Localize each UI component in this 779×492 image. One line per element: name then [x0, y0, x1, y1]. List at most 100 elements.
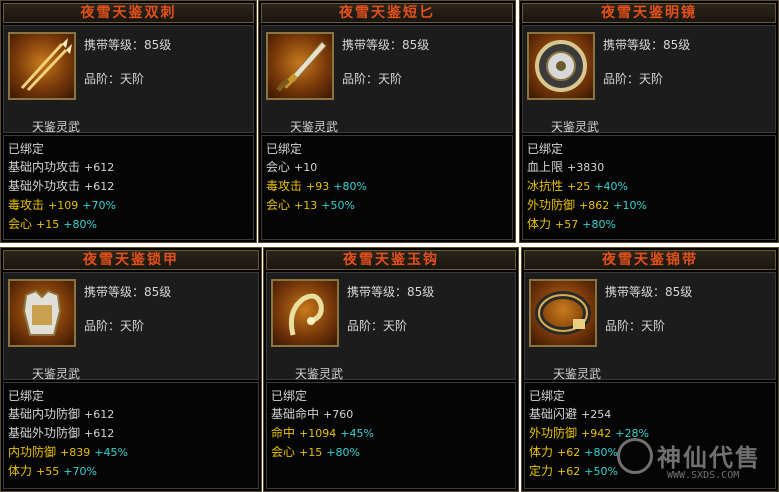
stat-base-value: +839	[60, 446, 91, 459]
item-stats-panel: 已绑定 基础内功防御 +612 基础外功防御 +612 内功防御 +839 +45% 体力 +55…	[3, 382, 259, 489]
stat-row: 基础外功防御 +612	[8, 424, 258, 443]
item-header: 携带等级：85级 品阶：天阶天鉴灵武	[3, 272, 259, 381]
item-header: 携带等级：85级 品阶：天阶天鉴灵武	[261, 25, 513, 134]
stat-name: 体力	[8, 464, 33, 478]
stat-name: 体力	[529, 445, 554, 459]
dual-spike-icon[interactable]	[8, 32, 76, 100]
stat-base-value: +62	[557, 465, 581, 478]
stat-percent-value: +45%	[94, 446, 128, 459]
stat-percent-value: +80%	[582, 218, 616, 231]
stat-base-value: +1094	[299, 427, 337, 440]
item-card: 夜雪天鉴双刺 携带等级：85级 品阶：天阶 天鉴灵武 已绑定 基础内功攻击 +612 基础外功…	[0, 0, 257, 243]
stat-base-value: +862	[579, 199, 610, 212]
grade-label: 品阶：天阶	[605, 319, 666, 333]
stat-base-value: +25	[567, 180, 591, 193]
stat-base-value: +62	[557, 446, 581, 459]
stat-name: 外功防御	[527, 198, 576, 212]
item-title: 夜雪天鉴锦带	[524, 250, 776, 270]
stat-name: 会心	[266, 198, 291, 212]
stat-percent-value: +50%	[321, 199, 355, 212]
set-name-label: 天鉴灵武	[553, 367, 602, 381]
stat-name: 毒攻击	[266, 179, 303, 193]
item-title: 夜雪天鉴玉钩	[266, 250, 516, 270]
item-card: 夜雪天鉴短匕 携带等级：85级 品阶：天阶 天鉴灵武 已绑定 会心 +10 毒攻击 +93 +80…	[258, 0, 516, 243]
stat-base-value: +55	[36, 465, 60, 478]
stat-name: 基础闪避	[529, 407, 578, 421]
stat-base-value: +57	[555, 218, 579, 231]
stat-name: 定力	[529, 464, 554, 478]
stat-name: 冰抗性	[527, 179, 564, 193]
stat-base-value: +254	[581, 408, 612, 421]
item-stats-panel: 已绑定 会心 +10 毒攻击 +93 +80% 会心 +13 +50%	[261, 135, 513, 240]
stat-base-value: +109	[48, 199, 79, 212]
watermark-url: WWW.SXDS.COM	[667, 470, 740, 481]
jade-hook-icon[interactable]	[271, 279, 339, 347]
grade-label: 品阶：天阶	[342, 72, 403, 86]
mirror-icon[interactable]	[527, 32, 595, 100]
watermark-text: 神仙代售	[657, 443, 761, 472]
set-name-label: 天鉴灵武	[32, 367, 81, 381]
stat-name: 内功防御	[8, 445, 57, 459]
carry-level-label: 携带等级：85级	[84, 285, 172, 299]
stat-row: 会心 +10	[266, 158, 512, 177]
stat-row: 体力 +57 +80%	[527, 215, 775, 234]
bound-status: 已绑定	[8, 142, 45, 156]
watermark-logo-icon	[617, 438, 653, 474]
stat-row: 基础外功攻击 +612	[8, 177, 253, 196]
set-name-label: 天鉴灵武	[290, 120, 339, 134]
grade-label: 品阶：天阶	[84, 319, 145, 333]
stat-base-value: +612	[84, 180, 115, 193]
stat-row: 会心 +13 +50%	[266, 196, 512, 215]
stat-row: 命中 +1094 +45%	[271, 424, 515, 443]
stat-row: 外功防御 +862 +10%	[527, 196, 775, 215]
stat-row: 毒攻击 +109 +70%	[8, 196, 253, 215]
stat-row: 基础闪避 +254	[529, 405, 775, 424]
stat-row: 会心 +15 +80%	[8, 215, 253, 234]
stat-name: 基础命中	[271, 407, 320, 421]
item-header: 携带等级：85级 品阶：天阶天鉴灵武	[524, 272, 776, 381]
item-header: 携带等级：85级 品阶：天阶 天鉴灵武	[522, 25, 776, 134]
item-stats-panel: 已绑定 基础内功攻击 +612 基础外功攻击 +612 毒攻击 +109 +70% 会心 +15 +…	[3, 135, 254, 240]
stat-percent-value: +45%	[340, 427, 374, 440]
stat-name: 外功防御	[529, 426, 578, 440]
stat-name: 毒攻击	[8, 198, 45, 212]
stat-base-value: +93	[306, 180, 330, 193]
stat-percent-value: +10%	[613, 199, 647, 212]
stat-base-value: +13	[294, 199, 318, 212]
carry-level-label: 携带等级：85级	[342, 38, 430, 52]
belt-icon[interactable]	[529, 279, 597, 347]
item-stats-panel: 已绑定 基础命中 +760 命中 +1094 +45% 会心 +15 +80%	[266, 382, 516, 489]
stat-percent-value: +80%	[584, 446, 618, 459]
stat-name: 基础内功防御	[8, 407, 81, 421]
stat-row: 会心 +15 +80%	[271, 443, 515, 462]
carry-level-label: 携带等级：85级	[347, 285, 435, 299]
set-name-label: 天鉴灵武	[32, 120, 81, 134]
stat-base-value: +612	[84, 408, 115, 421]
stat-name: 会心	[271, 445, 296, 459]
item-card: 夜雪天鉴玉钩 携带等级：85级 品阶：天阶 天鉴灵武 已绑定 基础命中 +760 命中 +109…	[263, 247, 519, 492]
watermark: 神仙代售 WWW.SXDS.COM	[615, 432, 775, 488]
stat-row: 血上限 +3830	[527, 158, 775, 177]
stat-percent-value: +70%	[63, 465, 97, 478]
stat-percent-value: +80%	[333, 180, 367, 193]
stat-row: 内功防御 +839 +45%	[8, 443, 258, 462]
item-title: 夜雪天鉴锁甲	[3, 250, 259, 270]
grade-label: 品阶：天阶	[84, 72, 145, 86]
item-card: 夜雪天鉴明镜 携带等级：85级 品阶：天阶 天鉴灵武 已绑定 血上限 +3830 冰抗性 +25…	[519, 0, 779, 243]
stat-name: 会心	[266, 160, 291, 174]
stat-name: 基础外功攻击	[8, 179, 81, 193]
stat-name: 体力	[527, 217, 552, 231]
armor-icon[interactable]	[8, 279, 76, 347]
grade-label: 品阶：天阶	[347, 319, 408, 333]
carry-level-label: 携带等级：85级	[84, 38, 172, 52]
stat-base-value: +10	[294, 161, 318, 174]
bound-status: 已绑定	[271, 389, 308, 403]
item-title: 夜雪天鉴双刺	[3, 3, 254, 23]
grade-label: 品阶：天阶	[603, 72, 664, 86]
set-name-label: 天鉴灵武	[551, 120, 600, 134]
stat-base-value: +942	[581, 427, 612, 440]
carry-level-label: 携带等级：85级	[605, 285, 693, 299]
stat-name: 血上限	[527, 160, 564, 174]
dagger-icon[interactable]	[266, 32, 334, 100]
item-stats-panel: 已绑定 血上限 +3830 冰抗性 +25 +40% 外功防御 +862 +10% 体力 +57 +8…	[522, 135, 776, 240]
